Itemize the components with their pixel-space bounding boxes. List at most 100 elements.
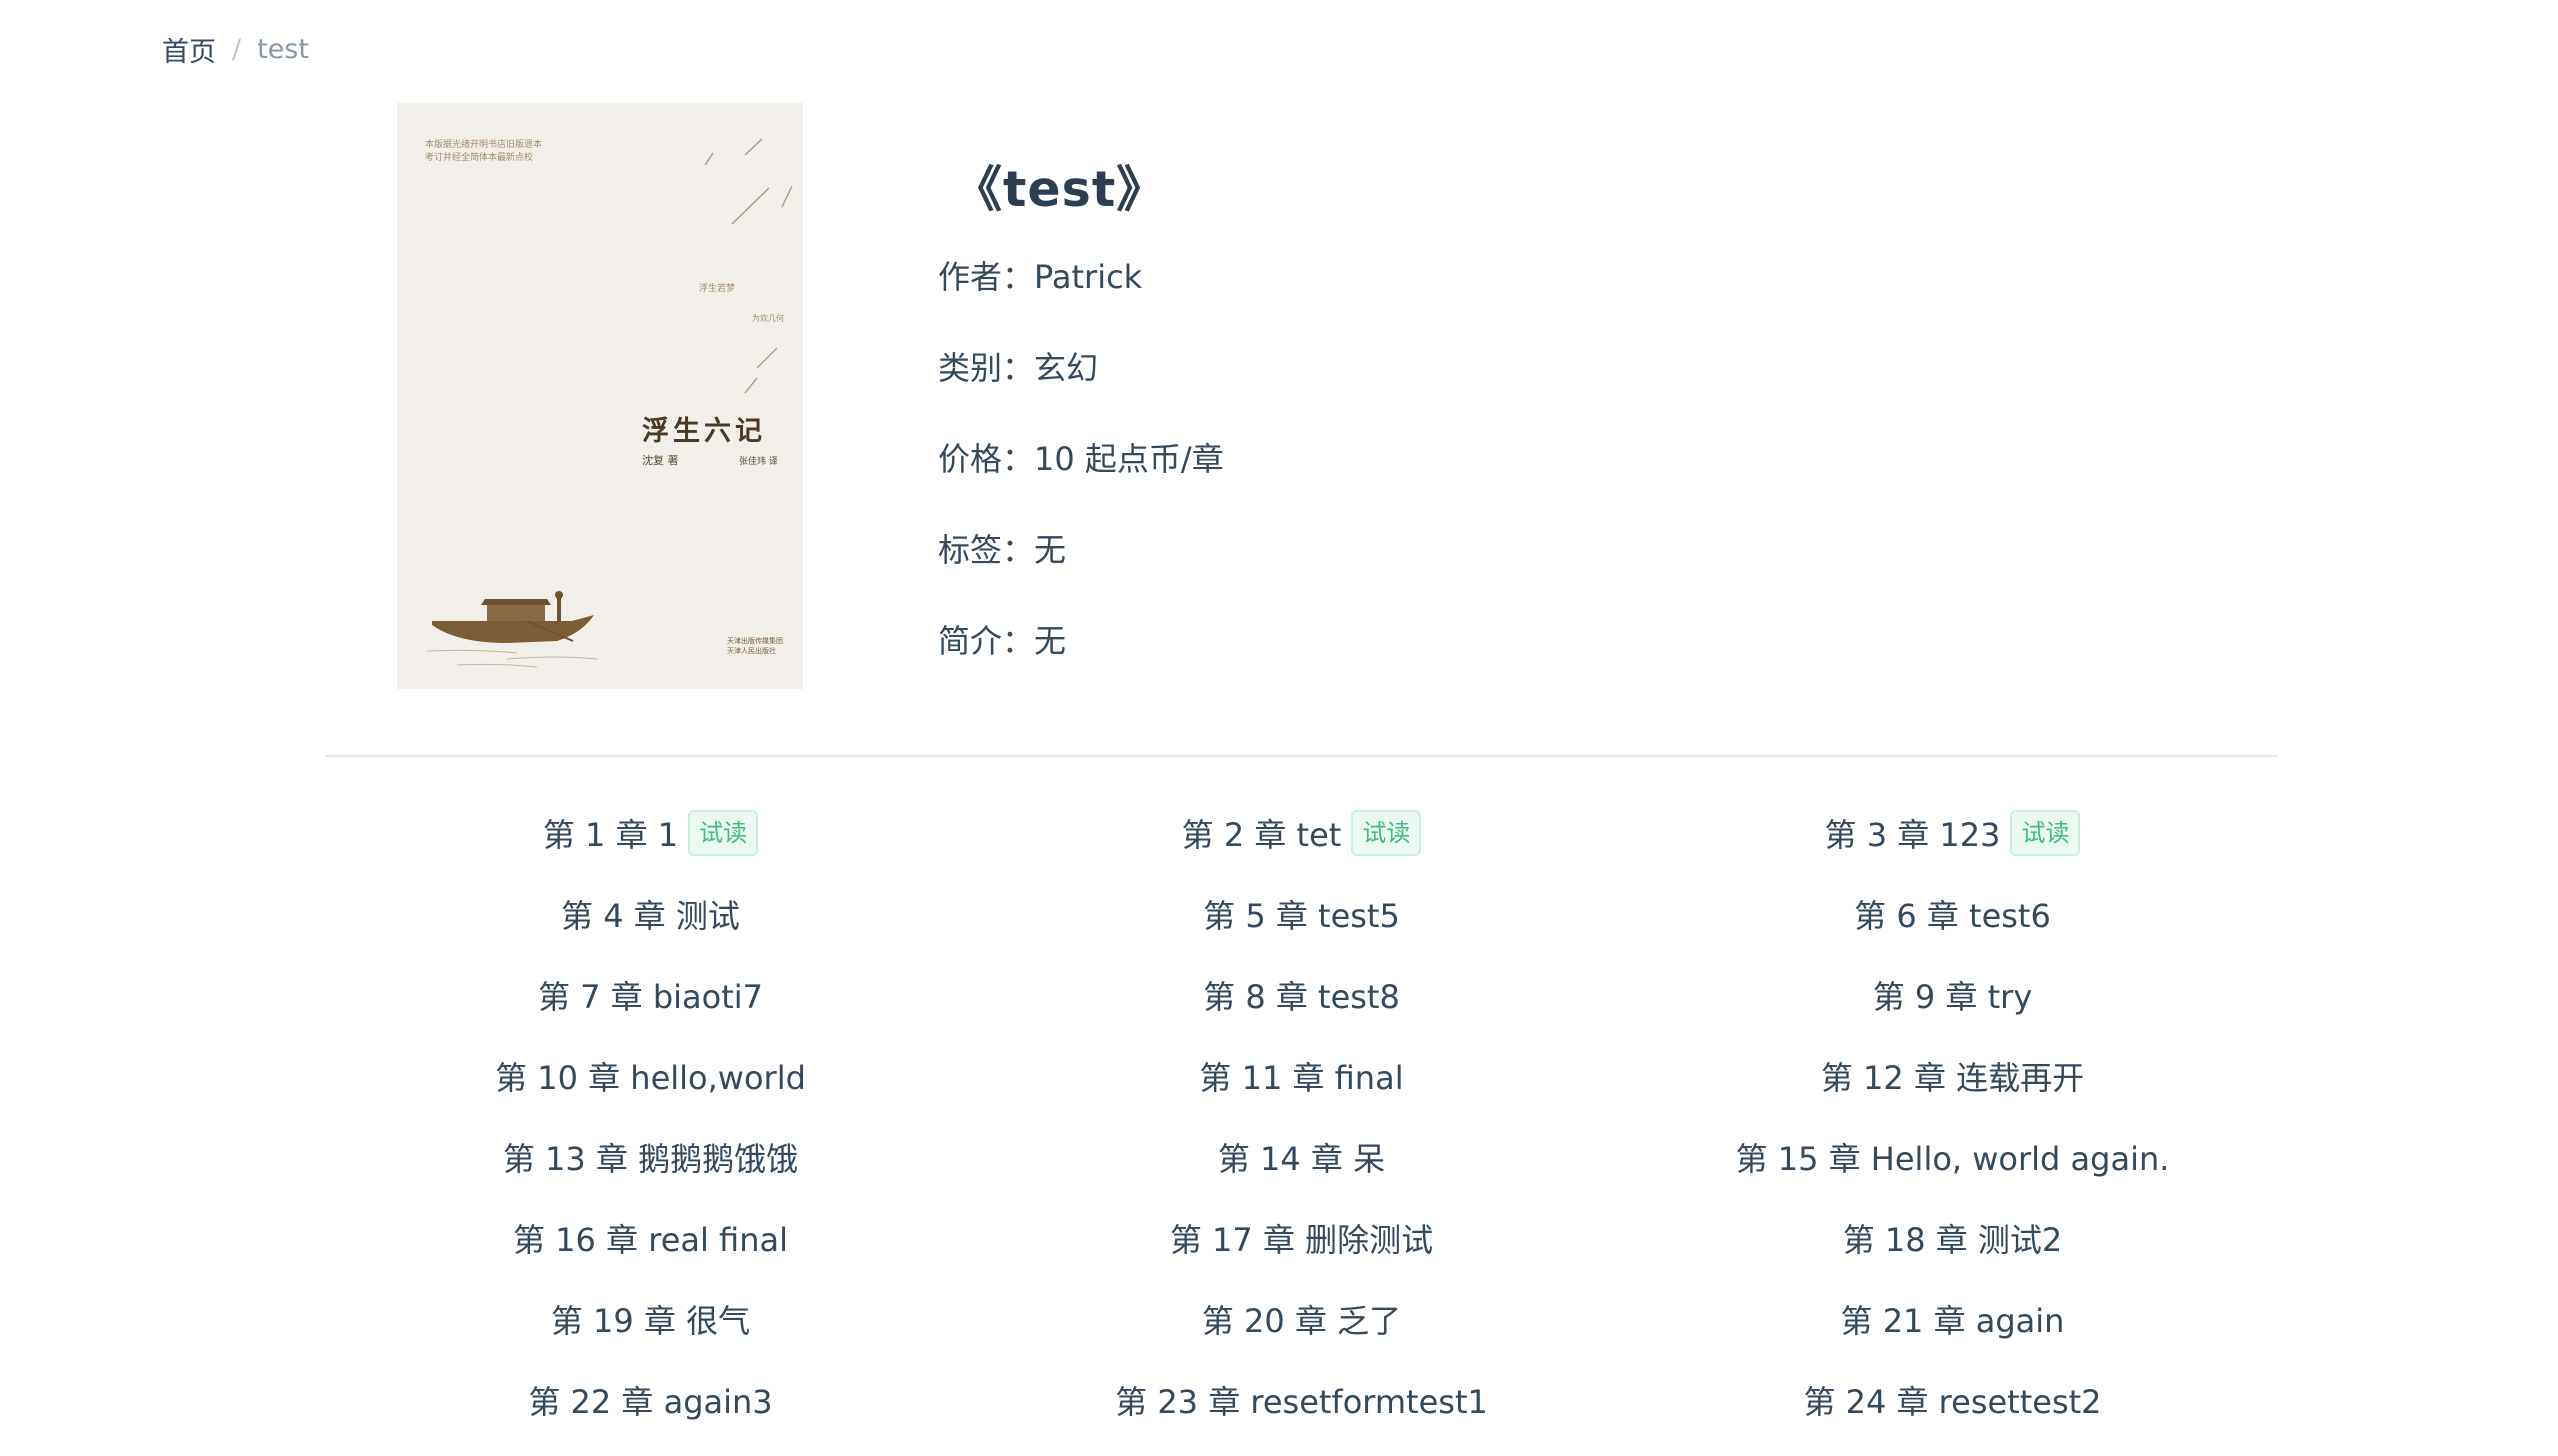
chapter-item-inner: 第 17 章 删除测试 — [1170, 1213, 1433, 1263]
chapter-item-inner: 第 4 章 测试 — [561, 889, 740, 939]
chapter-title[interactable]: 第 23 章 resetformtest1 — [1115, 1377, 1488, 1423]
cover-top-line2: 考订并经全简体本最新点校 — [425, 151, 533, 163]
chapter-item[interactable]: 第 18 章 测试2 — [1627, 1213, 2278, 1294]
chapter-title[interactable]: 第 6 章 test6 — [1854, 891, 2051, 937]
chapter-title[interactable]: 第 21 章 again — [1841, 1296, 2065, 1342]
chapter-item-inner: 第 6 章 test6 — [1854, 889, 2051, 939]
intro-row: 简介：无 — [938, 616, 1066, 662]
chapter-item-inner: 第 12 章 连载再开 — [1821, 1051, 2084, 1101]
chapter-item-inner: 第 11 章 final — [1199, 1051, 1403, 1101]
trial-badge: 试读 — [688, 810, 759, 856]
cover-side-text-2: 为欢几何 — [752, 313, 784, 323]
chapter-title[interactable]: 第 9 章 try — [1873, 972, 2033, 1018]
chapter-title[interactable]: 第 20 章 乏了 — [1202, 1296, 1401, 1342]
chapter-title[interactable]: 第 2 章 tet — [1182, 810, 1342, 856]
author-value: Patrick — [1034, 258, 1143, 296]
chapter-title[interactable]: 第 18 章 测试2 — [1843, 1215, 2063, 1261]
tags-value: 无 — [1034, 531, 1067, 569]
chapter-title[interactable]: 第 17 章 删除测试 — [1170, 1215, 1433, 1261]
chapter-item-inner: 第 3 章 123 试读 — [1825, 808, 2081, 858]
cover-publisher-2: 天津人民出版社 — [727, 646, 776, 655]
book-title: 《test》 — [953, 161, 1167, 218]
chapter-item-inner: 第 13 章 鹅鹅鹅饿饿 — [503, 1132, 798, 1182]
author-label: 作者： — [938, 258, 1035, 296]
chapter-item-inner: 第 14 章 呆 — [1218, 1132, 1385, 1182]
chapter-title[interactable]: 第 22 章 again3 — [528, 1377, 772, 1423]
chapter-item-inner: 第 22 章 again3 — [528, 1375, 772, 1425]
chapter-title[interactable]: 第 3 章 123 — [1825, 810, 2001, 856]
chapter-item[interactable]: 第 7 章 biaoti7 — [325, 970, 976, 1051]
chapter-item-inner: 第 10 章 hello,world — [495, 1051, 806, 1101]
chapter-item[interactable]: 第 9 章 try — [1627, 970, 2278, 1051]
book-cover: 本版据光绪开明书店旧版遗本 考订并经全简体本最新点校 浮生若梦 为欢几何 浮生六… — [397, 103, 803, 689]
chapter-title[interactable]: 第 19 章 很气 — [551, 1296, 750, 1342]
chapter-item-inner: 第 21 章 again — [1841, 1294, 2065, 1344]
chapter-item[interactable]: 第 6 章 test6 — [1627, 889, 2278, 970]
chapter-item[interactable]: 第 1 章 1 试读 — [325, 808, 976, 889]
chapter-item[interactable]: 第 20 章 乏了 — [976, 1294, 1627, 1375]
chapter-item-inner: 第 18 章 测试2 — [1843, 1213, 2063, 1263]
chapter-title[interactable]: 第 10 章 hello,world — [495, 1053, 806, 1099]
chapter-item[interactable]: 第 3 章 123 试读 — [1627, 808, 2278, 889]
chapter-item-inner: 第 9 章 try — [1873, 970, 2033, 1020]
chapter-item[interactable]: 第 16 章 real final — [325, 1213, 976, 1294]
cover-publisher-1: 天津出版传媒集团 — [727, 636, 783, 645]
chapter-title[interactable]: 第 8 章 test8 — [1203, 972, 1400, 1018]
chapter-item[interactable]: 第 23 章 resetformtest1 — [976, 1375, 1627, 1456]
chapter-title[interactable]: 第 4 章 测试 — [561, 891, 740, 937]
trial-badge: 试读 — [2010, 810, 2081, 856]
chapter-item-inner: 第 19 章 很气 — [551, 1294, 750, 1344]
chapter-item[interactable]: 第 13 章 鹅鹅鹅饿饿 — [325, 1132, 976, 1213]
chapter-title[interactable]: 第 1 章 1 — [543, 810, 678, 856]
chapter-title[interactable]: 第 7 章 biaoti7 — [538, 972, 763, 1018]
chapter-item[interactable]: 第 17 章 删除测试 — [976, 1213, 1627, 1294]
chapter-title[interactable]: 第 12 章 连载再开 — [1821, 1053, 2084, 1099]
chapter-title[interactable]: 第 13 章 鹅鹅鹅饿饿 — [503, 1134, 798, 1180]
chapter-item[interactable]: 第 21 章 again — [1627, 1294, 2278, 1375]
trial-badge: 试读 — [1351, 810, 1422, 856]
chapter-item[interactable]: 第 10 章 hello,world — [325, 1051, 976, 1132]
cover-title: 浮生六记 — [642, 416, 766, 447]
price-value: 10 起点币/章 — [1034, 440, 1224, 478]
divider — [325, 755, 2278, 757]
breadcrumb-separator: / — [232, 34, 242, 65]
breadcrumb-current: test — [257, 34, 309, 65]
price-label: 价格： — [938, 440, 1035, 478]
price-row: 价格：10 起点币/章 — [938, 434, 1224, 480]
cover-author: 沈复 著 — [642, 453, 679, 467]
chapter-title[interactable]: 第 14 章 呆 — [1218, 1134, 1385, 1180]
intro-label: 简介： — [938, 622, 1035, 660]
chapter-item-inner: 第 5 章 test5 — [1203, 889, 1400, 939]
chapter-item[interactable]: 第 14 章 呆 — [976, 1132, 1627, 1213]
book-info: 《test》 作者：Patrick 类别：玄幻 价格：10 起点币/章 标签：无… — [938, 150, 1224, 660]
chapter-item[interactable]: 第 11 章 final — [976, 1051, 1627, 1132]
chapter-item[interactable]: 第 12 章 连载再开 — [1627, 1051, 2278, 1132]
chapter-item[interactable]: 第 4 章 测试 — [325, 889, 976, 970]
chapter-list: 第 1 章 1 试读第 2 章 tet 试读第 3 章 123 试读第 4 章 测试第… — [325, 808, 2278, 1456]
cover-side-text-1: 浮生若梦 — [699, 282, 735, 294]
chapter-item-inner: 第 7 章 biaoti7 — [538, 970, 763, 1020]
chapter-title[interactable]: 第 5 章 test5 — [1203, 891, 1400, 937]
chapter-item[interactable]: 第 24 章 resettest2 — [1627, 1375, 2278, 1456]
chapter-item[interactable]: 第 22 章 again3 — [325, 1375, 976, 1456]
cover-top-line1: 本版据光绪开明书店旧版遗本 — [425, 138, 542, 150]
category-label: 类别： — [938, 349, 1035, 387]
breadcrumb-home-link[interactable]: 首页 — [162, 30, 216, 69]
chapter-item-inner: 第 16 章 real final — [513, 1213, 788, 1263]
chapter-title[interactable]: 第 24 章 resettest2 — [1803, 1377, 2101, 1423]
chapter-title[interactable]: 第 15 章 Hello, world again. — [1736, 1134, 2170, 1180]
chapter-item[interactable]: 第 5 章 test5 — [976, 889, 1627, 970]
chapter-item-inner: 第 23 章 resetformtest1 — [1115, 1375, 1488, 1425]
chapter-item[interactable]: 第 2 章 tet 试读 — [976, 808, 1627, 889]
tags-label: 标签： — [938, 531, 1035, 569]
chapter-item-inner: 第 24 章 resettest2 — [1803, 1375, 2101, 1425]
chapter-item-inner: 第 2 章 tet 试读 — [1182, 808, 1422, 858]
chapter-title[interactable]: 第 11 章 final — [1199, 1053, 1403, 1099]
chapter-item[interactable]: 第 15 章 Hello, world again. — [1627, 1132, 2278, 1213]
category-value: 玄幻 — [1034, 349, 1099, 387]
chapter-item[interactable]: 第 8 章 test8 — [976, 970, 1627, 1051]
chapter-item[interactable]: 第 19 章 很气 — [325, 1294, 976, 1375]
chapter-title[interactable]: 第 16 章 real final — [513, 1215, 788, 1261]
chapter-item-inner: 第 8 章 test8 — [1203, 970, 1400, 1020]
intro-value: 无 — [1034, 622, 1067, 660]
